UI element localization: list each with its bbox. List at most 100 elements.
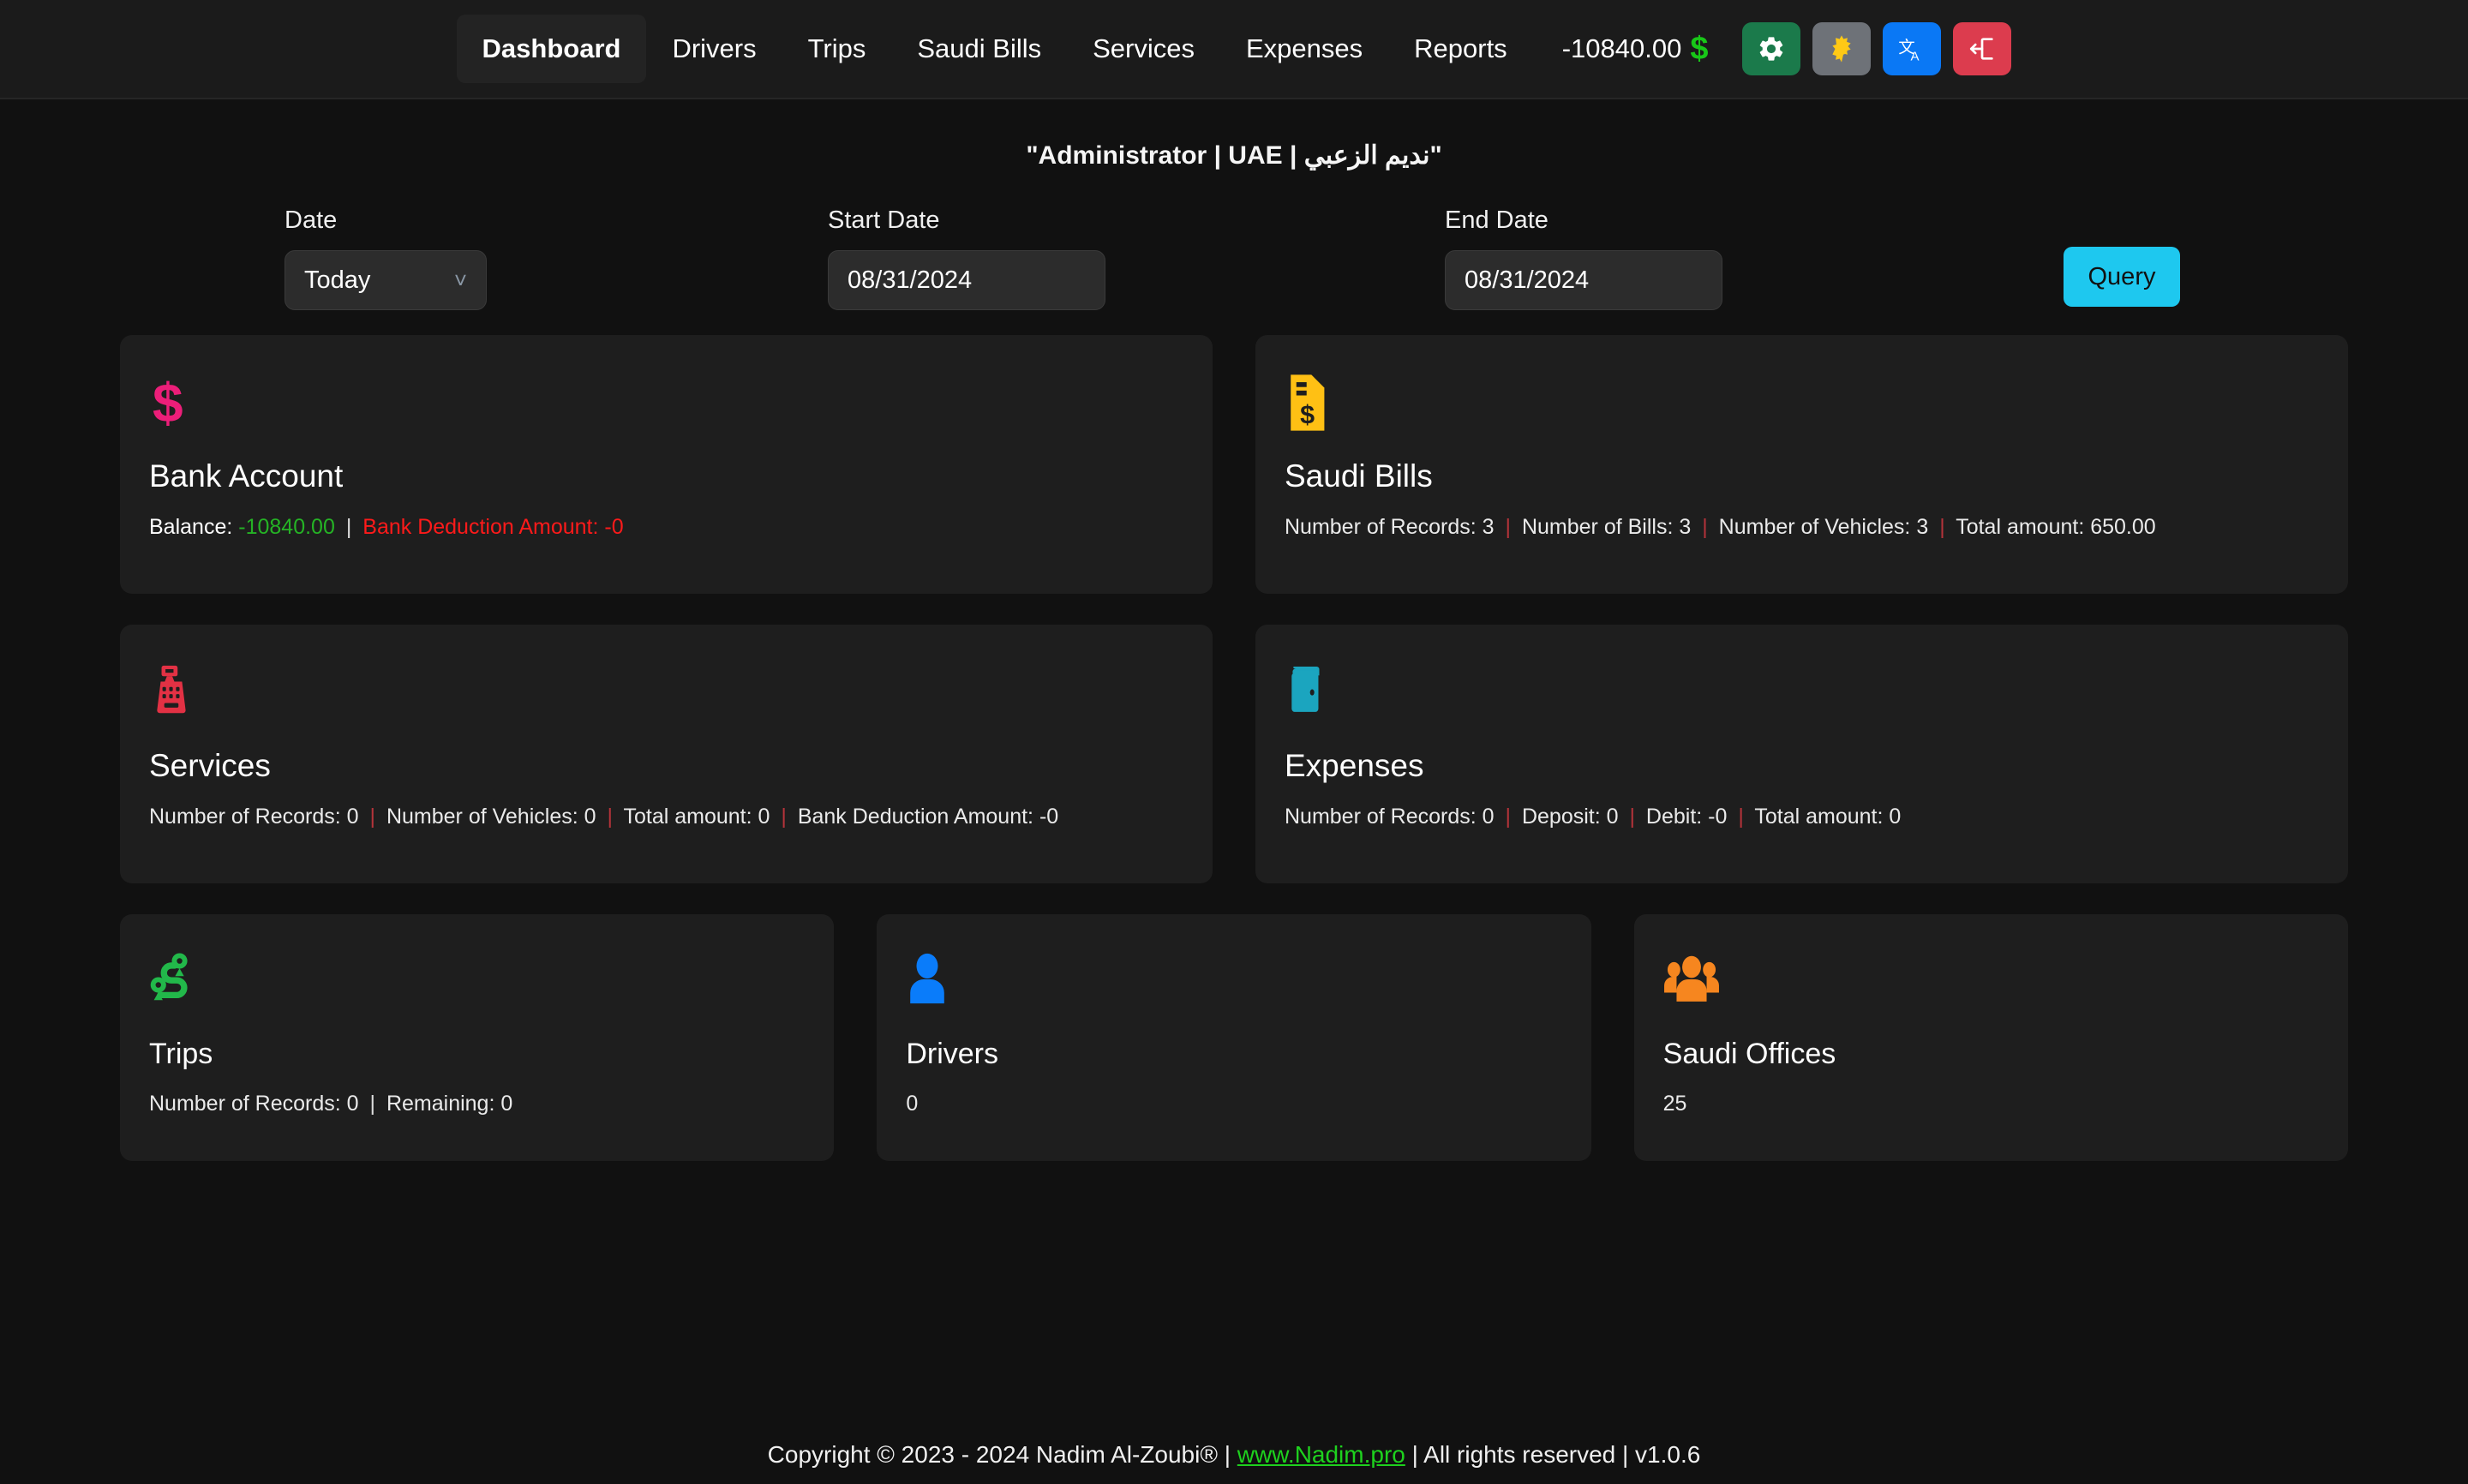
logout-button[interactable] [1953, 22, 2012, 75]
start-date-group: Start Date 08/31/2024 [828, 206, 1105, 310]
stat-total: Total amount: 650.00 [1956, 515, 2156, 539]
invoice-icon: $ [1285, 371, 2317, 436]
footer-website-link[interactable]: www.Nadim.pro [1237, 1441, 1405, 1468]
date-range-select-value: Today [304, 266, 371, 294]
navbar-balance-value: -10840.00 [1561, 33, 1682, 63]
balance-value: -10840.00 [238, 515, 335, 539]
nav-link-dashboard[interactable]: Dashboard [456, 15, 647, 83]
stat-records: Number of Records: 0 [149, 1092, 359, 1116]
stat-records: Number of Records: 3 [1285, 515, 1495, 539]
card-saudi-offices[interactable]: Saudi Offices 25 [1633, 914, 2348, 1161]
nav-link-reports[interactable]: Reports [1388, 15, 1533, 83]
stat-separator: | [1702, 515, 1708, 539]
stat-deposit: Deposit: 0 [1521, 805, 1619, 829]
stat-debit: Debit: -0 [1645, 805, 1728, 829]
stat-total: Total amount: 0 [1754, 805, 1902, 829]
person-icon [906, 950, 1560, 1015]
card-count-drivers: 0 [906, 1092, 919, 1116]
stat-separator: | [1629, 805, 1635, 829]
filter-bar: Date Today ˅ Start Date 08/31/2024 End D… [0, 206, 2468, 335]
nav-link-saudi-bills[interactable]: Saudi Bills [891, 15, 1067, 83]
date-range-select[interactable]: Today ˅ [285, 250, 487, 310]
card-title-bank-account: Bank Account [149, 458, 344, 494]
stat-separator: | [1505, 515, 1512, 539]
card-count-saudi-offices: 25 [1662, 1092, 1687, 1116]
stat-total: Total amount: 0 [623, 805, 770, 829]
card-stats-trips: Number of Records: 0 | Remaining: 0 [149, 1092, 803, 1116]
footer-copyright: Copyright © 2023 - 2024 Nadim Al-Zoubi® … [767, 1441, 1237, 1468]
stat-vehicles: Number of Vehicles: 0 [386, 805, 596, 829]
translate-icon: 文 A [1896, 33, 1927, 64]
card-title-services: Services [149, 748, 271, 783]
dollar-sign-icon: $ [149, 371, 1182, 436]
card-stats-expenses: Number of Records: 0 | Deposit: 0 | Debi… [1285, 805, 2317, 829]
sun-icon [1827, 34, 1856, 63]
card-trips[interactable]: Trips Number of Records: 0 | Remaining: … [120, 914, 835, 1161]
cash-register-icon [149, 661, 1182, 726]
stat-separator: | [345, 515, 352, 539]
card-bank-account[interactable]: $ Bank Account Balance: -10840.00 | Bank… [120, 335, 1213, 594]
card-title-trips: Trips [149, 1038, 213, 1070]
logout-icon [1968, 34, 1997, 63]
stat-vehicles: Number of Vehicles: 3 [1718, 515, 1929, 539]
page-footer: Copyright © 2023 - 2024 Nadim Al-Zoubi® … [0, 1441, 2468, 1469]
end-date-group: End Date 08/31/2024 [1445, 206, 1722, 310]
card-drivers[interactable]: Drivers 0 [877, 914, 1591, 1161]
svg-text:A: A [1911, 50, 1920, 64]
nav-link-expenses[interactable]: Expenses [1220, 15, 1388, 83]
stat-deduction: Bank Deduction Amount: -0 [797, 805, 1059, 829]
language-button[interactable]: 文 A [1883, 22, 1942, 75]
stat-separator: | [781, 805, 787, 829]
nav-link-trips[interactable]: Trips [782, 15, 892, 83]
footer-tail: | All rights reserved | v1.0.6 [1405, 1441, 1701, 1468]
chevron-down-icon: ˅ [453, 267, 467, 293]
query-button[interactable]: Query [2064, 247, 2180, 307]
card-expenses[interactable]: Expenses Number of Records: 0 | Deposit:… [1255, 625, 2348, 883]
stat-separator: | [1738, 805, 1744, 829]
start-date-label: Start Date [828, 206, 940, 234]
card-title-saudi-bills: Saudi Bills [1285, 458, 1433, 494]
end-date-input[interactable]: 08/31/2024 [1445, 250, 1722, 310]
card-title-saudi-offices: Saudi Offices [1662, 1038, 1836, 1070]
date-filter-label: Date [285, 206, 338, 234]
end-date-label: End Date [1445, 206, 1548, 234]
balance-label: Balance: [149, 515, 233, 539]
card-saudi-bills[interactable]: $ Saudi Bills Number of Records: 3 | Num… [1255, 335, 2348, 594]
stat-bills: Number of Bills: 3 [1521, 515, 1692, 539]
stat-records: Number of Records: 0 [149, 805, 359, 829]
svg-text:$: $ [153, 372, 183, 434]
card-services[interactable]: Services Number of Records: 0 | Number o… [120, 625, 1213, 883]
stat-remaining: Remaining: 0 [386, 1092, 513, 1116]
nav-link-services[interactable]: Services [1067, 15, 1220, 83]
card-stats-saudi-bills: Number of Records: 3 | Number of Bills: … [1285, 515, 2317, 540]
end-date-value: 08/31/2024 [1465, 266, 1590, 294]
theme-toggle-button[interactable] [1812, 22, 1872, 75]
stat-separator: | [1939, 515, 1945, 539]
navbar-inner: Dashboard Drivers Trips Saudi Bills Serv… [456, 15, 2012, 83]
user-header-title: "نديم الزعبي | Administrator | UAE" [1026, 141, 1442, 170]
wallet-icon [1285, 661, 2317, 726]
stat-separator: | [1505, 805, 1512, 829]
card-stats-bank-account: Balance: -10840.00 | Bank Deduction Amou… [149, 515, 1182, 540]
start-date-input[interactable]: 08/31/2024 [828, 250, 1105, 310]
bank-deduction-value: Bank Deduction Amount: -0 [362, 515, 624, 539]
dollar-sign-icon: $ [1690, 31, 1709, 67]
cards-row-1: $ Bank Account Balance: -10840.00 | Bank… [120, 335, 2348, 594]
card-title-drivers: Drivers [906, 1038, 998, 1070]
svg-text:$: $ [1300, 400, 1315, 429]
cards-container: $ Bank Account Balance: -10840.00 | Bank… [0, 335, 2468, 1161]
stat-separator: | [607, 805, 613, 829]
nav-link-drivers[interactable]: Drivers [646, 15, 782, 83]
start-date-value: 08/31/2024 [848, 266, 973, 294]
people-group-icon [1663, 950, 2317, 1015]
stat-separator: | [369, 1092, 376, 1116]
stat-records: Number of Records: 0 [1285, 805, 1495, 829]
card-stats-services: Number of Records: 0 | Number of Vehicle… [149, 805, 1182, 829]
card-title-expenses: Expenses [1285, 748, 1424, 783]
top-navbar: Dashboard Drivers Trips Saudi Bills Serv… [0, 0, 2468, 99]
stat-separator: | [369, 805, 376, 829]
route-icon [149, 950, 803, 1015]
gear-icon [1757, 34, 1786, 63]
settings-button[interactable] [1742, 22, 1801, 75]
cards-row-3: Trips Number of Records: 0 | Remaining: … [120, 914, 2348, 1161]
